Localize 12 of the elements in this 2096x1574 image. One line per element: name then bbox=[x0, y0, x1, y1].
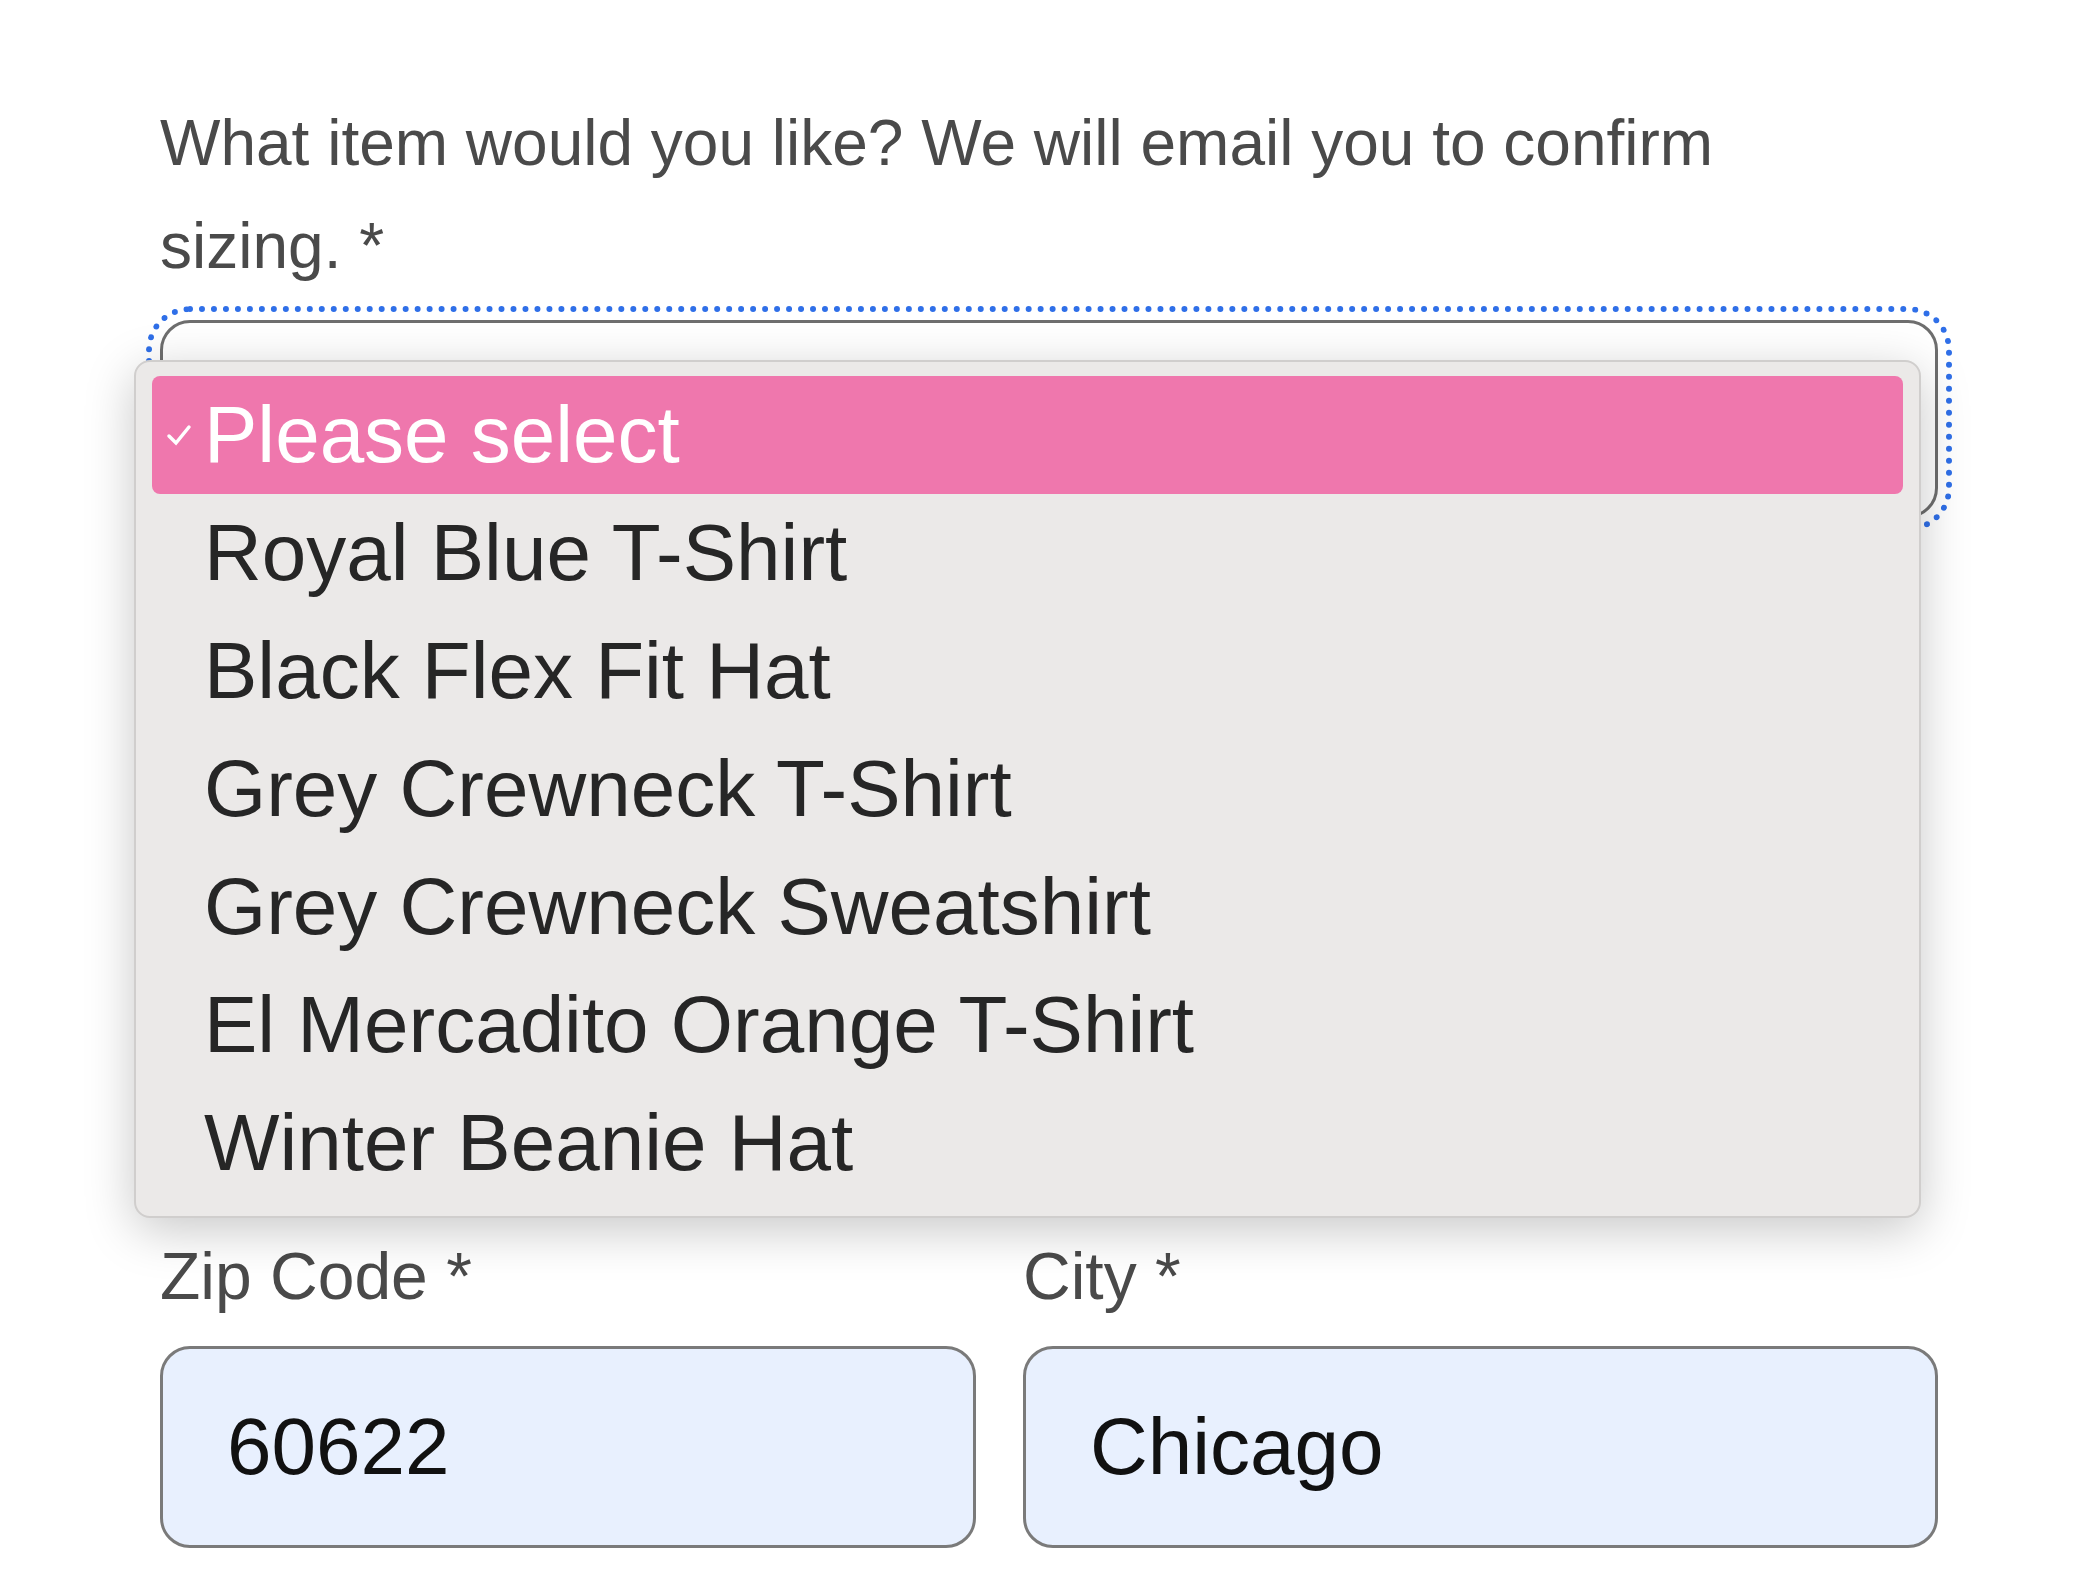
dropdown-option[interactable]: Grey Crewneck Sweatshirt bbox=[152, 848, 1903, 966]
dropdown-option[interactable]: Grey Crewneck T-Shirt bbox=[152, 730, 1903, 848]
dropdown-option[interactable]: El Mercadito Orange T-Shirt bbox=[152, 966, 1903, 1084]
field-label: Zip Code * bbox=[160, 1238, 472, 1315]
dropdown-option[interactable]: Royal Blue T-Shirt bbox=[152, 494, 1903, 612]
input-field[interactable]: 60622 bbox=[160, 1346, 976, 1548]
dropdown-option[interactable]: Winter Beanie Hat bbox=[152, 1084, 1903, 1202]
field-label: City * bbox=[1023, 1238, 1181, 1315]
question-label: What item would you like? We will email you to confirm sizing. * bbox=[160, 106, 1715, 284]
check-icon bbox=[166, 422, 192, 448]
dropdown-option[interactable]: Black Flex Fit Hat bbox=[152, 612, 1903, 730]
input-field[interactable]: Chicago bbox=[1023, 1346, 1938, 1548]
